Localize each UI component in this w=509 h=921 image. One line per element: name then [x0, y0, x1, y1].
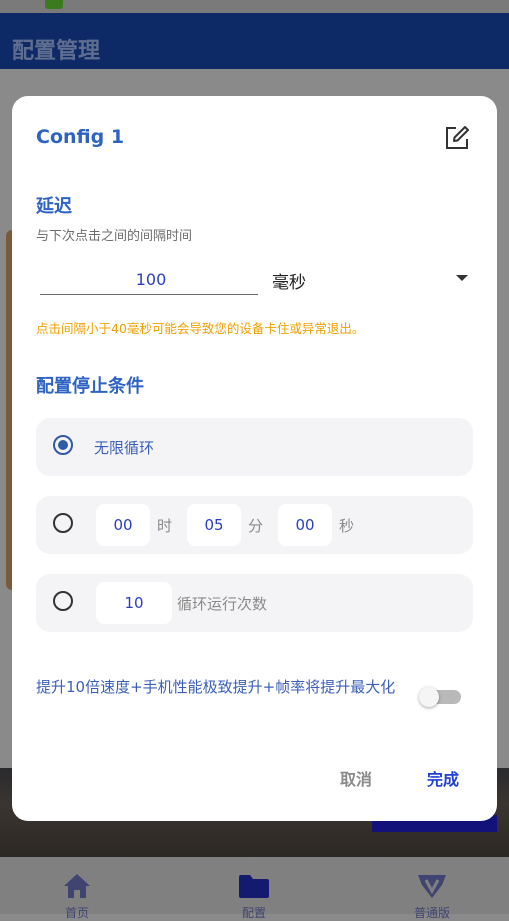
loop-count-input[interactable]: 10 — [96, 582, 172, 624]
boost-toggle[interactable] — [419, 687, 461, 707]
delay-section-title: 延迟 — [36, 196, 72, 217]
option-infinite-loop[interactable]: 无限循环 — [36, 418, 473, 476]
radio-infinite[interactable] — [53, 435, 73, 455]
home-icon — [64, 874, 90, 898]
delay-field — [40, 264, 262, 295]
seconds-unit: 秒 — [339, 517, 355, 535]
delay-input[interactable] — [40, 264, 262, 294]
vip-icon — [418, 875, 446, 898]
seconds-input[interactable]: 00 — [278, 504, 332, 546]
nav-item-home[interactable]: 首页 — [17, 857, 137, 920]
minutes-input[interactable]: 05 — [187, 504, 241, 546]
folder-icon — [239, 875, 269, 898]
infinite-label: 无限循环 — [94, 439, 155, 457]
option-loop-count[interactable]: 10 循环运行次数 — [36, 574, 473, 632]
radio-loop-count[interactable] — [53, 591, 73, 611]
nav-label-vip: 普通版 — [413, 906, 450, 920]
boost-label: 提升10倍速度+手机性能极致提升+帧率将提升最大化 — [36, 678, 396, 696]
dialog-title: Config 1 — [36, 126, 125, 148]
hours-input[interactable]: 00 — [96, 504, 150, 546]
nav-label-config: 配置 — [241, 906, 266, 920]
nav-item-vip[interactable]: 普通版 — [372, 857, 492, 920]
option-duration[interactable]: 00 时 05 分 00 秒 — [36, 496, 473, 554]
nav-item-config[interactable]: 配置 — [194, 857, 314, 920]
loop-count-label: 循环运行次数 — [177, 595, 268, 613]
done-button[interactable]: 完成 — [427, 766, 459, 790]
hours-unit: 时 — [157, 517, 173, 535]
app-badge-icon — [45, 0, 63, 9]
edit-icon[interactable] — [444, 125, 470, 151]
delay-hint: 与下次点击之间的间隔时间 — [36, 229, 193, 244]
cancel-button[interactable]: 取消 — [340, 766, 372, 790]
chevron-down-icon — [456, 275, 468, 281]
delay-unit-value: 毫秒 — [272, 273, 306, 293]
status-bar — [0, 0, 509, 13]
nav-label-home: 首页 — [64, 906, 89, 920]
toggle-thumb — [419, 687, 439, 707]
bottom-nav: 首页 配置 普通版 — [0, 857, 509, 920]
page-title: 配置管理 — [12, 39, 101, 64]
minutes-unit: 分 — [248, 517, 264, 535]
config-dialog: Config 1 延迟 与下次点击之间的间隔时间 毫秒 点击间隔小于40毫秒可能… — [12, 96, 497, 821]
app-bar: 配置管理 — [0, 13, 509, 69]
stop-section-title: 配置停止条件 — [36, 376, 144, 397]
delay-unit-select[interactable]: 毫秒 — [272, 264, 472, 294]
radio-duration[interactable] — [53, 513, 73, 533]
delay-warning: 点击间隔小于40毫秒可能会导致您的设备卡住或异常退出。 — [36, 321, 365, 336]
